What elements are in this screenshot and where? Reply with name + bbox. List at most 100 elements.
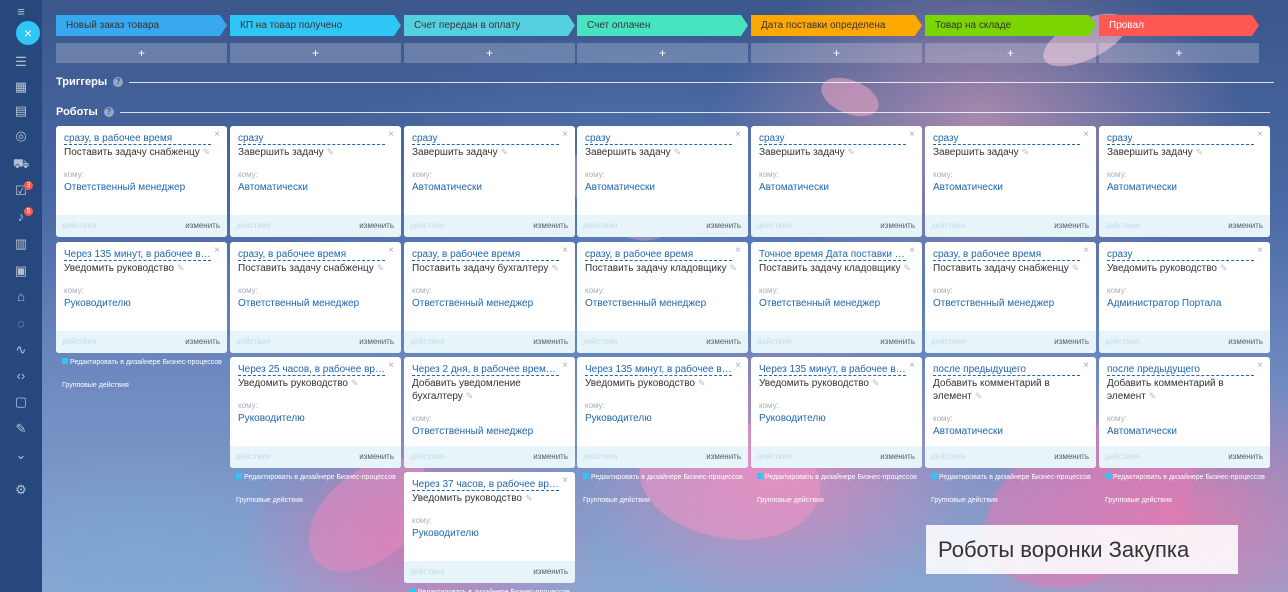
actions-link[interactable]: действия <box>410 331 444 353</box>
robot-condition-link[interactable]: Через 25 часов, в рабочее время, по... <box>238 364 385 376</box>
bp-designer-link[interactable]: Редактировать в дизайнере Бизнес-процесс… <box>757 473 917 483</box>
pencil-icon[interactable]: ✎ <box>377 263 385 273</box>
code-icon[interactable]: ‹› <box>12 367 30 385</box>
recipient-value[interactable]: Автоматически <box>1107 182 1177 193</box>
recipient-value[interactable]: Автоматически <box>1107 426 1177 437</box>
robot-card[interactable]: сразу × Завершить задачу ✎ кому: Автоматическ… <box>751 126 922 237</box>
close-slider-button[interactable]: × <box>16 21 40 45</box>
recipient-value[interactable]: Ответственный менеджер <box>412 298 533 309</box>
group-actions-link[interactable]: Групповые действия <box>583 496 743 506</box>
pencil-icon[interactable]: ✎ <box>1022 147 1030 157</box>
recipient-value[interactable]: Ответственный менеджер <box>238 298 359 309</box>
sign-icon[interactable]: ✎ <box>12 420 30 438</box>
pencil-icon[interactable]: ✎ <box>501 147 509 157</box>
robot-card[interactable]: сразу, в рабочее время × Поставить задачу … <box>925 242 1096 353</box>
change-button[interactable]: изменить <box>1228 331 1263 353</box>
bp-designer-link[interactable]: Редактировать в дизайнере Бизнес-процесс… <box>62 358 222 368</box>
add-robot-button[interactable]: + <box>925 43 1096 63</box>
group-actions-link[interactable]: Групповые действия <box>931 496 1091 506</box>
add-robot-button[interactable]: + <box>56 43 227 63</box>
robot-condition-link[interactable]: сразу, в рабочее время <box>412 249 559 261</box>
recipient-value[interactable]: Руководителю <box>238 413 305 424</box>
robot-condition-link[interactable]: сразу, в рабочее время <box>933 249 1080 261</box>
robot-card[interactable]: Через 135 минут, в рабочее время × Уведоми… <box>577 357 748 468</box>
close-icon[interactable]: × <box>562 360 568 371</box>
recipient-value[interactable]: Автоматически <box>238 182 308 193</box>
close-icon[interactable]: × <box>214 245 220 256</box>
change-button[interactable]: изменить <box>533 215 568 237</box>
robot-condition-link[interactable]: Точное время Дата поставки тов... <box>759 249 906 261</box>
payments-icon[interactable]: ▣ <box>12 262 30 280</box>
recipient-value[interactable]: Ответственный менеджер <box>759 298 880 309</box>
filter-icon[interactable]: ☰ <box>12 53 30 71</box>
robot-condition-link[interactable]: сразу, в рабочее время <box>238 249 385 261</box>
close-icon[interactable]: × <box>1257 129 1263 140</box>
change-button[interactable]: изменить <box>533 331 568 353</box>
pencil-icon[interactable]: ✎ <box>698 378 706 388</box>
robot-condition-link[interactable]: сразу <box>1107 133 1254 145</box>
close-icon[interactable]: × <box>214 129 220 140</box>
change-button[interactable]: изменить <box>706 446 741 468</box>
robot-condition-link[interactable]: Через 135 минут, в рабочее время <box>64 249 211 261</box>
actions-link[interactable]: действия <box>931 446 965 468</box>
pencil-icon[interactable]: ✎ <box>177 263 185 273</box>
robot-condition-link[interactable]: сразу <box>412 133 559 145</box>
pencil-icon[interactable]: ✎ <box>351 378 359 388</box>
change-button[interactable]: изменить <box>1228 446 1263 468</box>
change-button[interactable]: изменить <box>533 561 568 583</box>
change-button[interactable]: изменить <box>1054 331 1089 353</box>
actions-link[interactable]: действия <box>757 446 791 468</box>
pencil-icon[interactable]: ✎ <box>1149 391 1157 401</box>
close-icon[interactable]: × <box>735 129 741 140</box>
robot-card[interactable]: сразу, в рабочее время × Поставить задачу … <box>404 242 575 353</box>
pencil-icon[interactable]: ✎ <box>466 391 474 401</box>
recipient-value[interactable]: Автоматически <box>412 182 482 193</box>
robot-card[interactable]: Через 25 часов, в рабочее время, по...× У… <box>230 357 401 468</box>
actions-link[interactable]: действия <box>410 561 444 583</box>
close-icon[interactable]: × <box>1083 129 1089 140</box>
recipient-value[interactable]: Руководителю <box>64 298 131 309</box>
close-icon[interactable]: × <box>1257 245 1263 256</box>
group-actions-link[interactable]: Групповые действия <box>757 496 917 506</box>
close-icon[interactable]: × <box>909 245 915 256</box>
stage-header[interactable]: КП на товар получено <box>230 15 401 36</box>
close-icon[interactable]: × <box>1083 245 1089 256</box>
recipient-value[interactable]: Ответственный менеджер <box>412 426 533 437</box>
pencil-icon[interactable]: ✎ <box>203 147 211 157</box>
actions-link[interactable]: действия <box>1105 446 1139 468</box>
robot-card[interactable]: сразу × Завершить задачу ✎ кому: Автоматическ… <box>1099 126 1270 237</box>
recipient-value[interactable]: Ответственный менеджер <box>64 182 185 193</box>
robot-card[interactable]: сразу × Завершить задачу ✎ кому: Автоматическ… <box>230 126 401 237</box>
robot-condition-link[interactable]: сразу <box>238 133 385 145</box>
robot-card[interactable]: сразу × Завершить задачу ✎ кому: Автоматическ… <box>404 126 575 237</box>
change-button[interactable]: изменить <box>880 446 915 468</box>
close-icon[interactable]: × <box>388 245 394 256</box>
group-actions-link[interactable]: Групповые действия <box>236 496 396 506</box>
actions-link[interactable]: действия <box>1105 215 1139 237</box>
actions-link[interactable]: действия <box>236 446 270 468</box>
robot-condition-link[interactable]: Через 135 минут, в рабочее время <box>759 364 906 376</box>
calendar-icon[interactable]: ▦ <box>12 78 30 96</box>
robot-condition-link[interactable]: сразу, в рабочее время <box>64 133 211 145</box>
robot-condition-link[interactable]: Через 135 минут, в рабочее время <box>585 364 732 376</box>
close-icon[interactable]: × <box>735 245 741 256</box>
group-actions-link[interactable]: Групповые действия <box>62 381 222 391</box>
robot-condition-link[interactable]: Через 2 дня, в рабочее время, после... <box>412 364 559 376</box>
recipient-value[interactable]: Автоматически <box>759 182 829 193</box>
change-button[interactable]: изменить <box>359 446 394 468</box>
actions-link[interactable]: действия <box>757 215 791 237</box>
settings-icon[interactable]: ⚙ <box>12 481 30 499</box>
pencil-icon[interactable]: ✎ <box>1196 147 1204 157</box>
bp-designer-link[interactable]: Редактировать в дизайнере Бизнес-процесс… <box>236 473 396 483</box>
robot-card[interactable]: сразу × Уведомить руководство ✎ кому: Админис… <box>1099 242 1270 353</box>
actions-link[interactable]: действия <box>583 331 617 353</box>
stage-header[interactable]: Новый заказ товара <box>56 15 227 36</box>
close-icon[interactable]: × <box>1083 360 1089 371</box>
pencil-icon[interactable]: ✎ <box>903 263 911 273</box>
robot-condition-link[interactable]: Через 37 часов, в рабочее время, по... <box>412 479 559 491</box>
robot-card[interactable]: сразу, в рабочее время × Поставить задачу … <box>230 242 401 353</box>
stage-header[interactable]: Счет оплачен <box>577 15 748 36</box>
bp-designer-link[interactable]: Редактировать в дизайнере Бизнес-процесс… <box>931 473 1091 483</box>
pencil-icon[interactable]: ✎ <box>674 147 682 157</box>
robot-card[interactable]: после предыдущего × Добавить комментарий в… <box>1099 357 1270 468</box>
